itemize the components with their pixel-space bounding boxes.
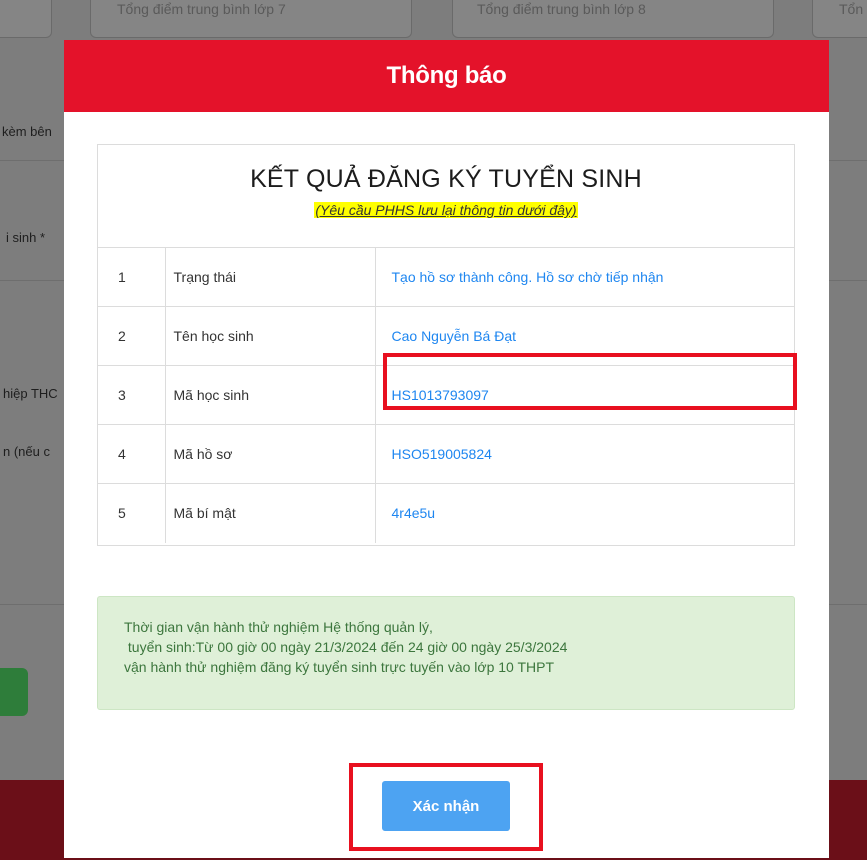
row-label: Mã học sinh	[165, 365, 376, 425]
registration-result-box: KẾT QUẢ ĐĂNG KÝ TUYỂN SINH (Yêu cầu PHHS…	[97, 144, 797, 546]
bg-score-label: Tổng điểm trung bình lớp 7	[117, 1, 286, 17]
modal-header: Thông báo	[64, 40, 829, 112]
result-heading: KẾT QUẢ ĐĂNG KÝ TUYỂN SINH	[250, 165, 642, 193]
bg-field-left-stub	[0, 0, 52, 38]
status-highlight-box	[383, 353, 797, 410]
notification-modal: Thông báo KẾT QUẢ ĐĂNG KÝ TUYỂN SINH (Yê…	[64, 40, 829, 858]
bg-label-graduation: hiệp THC	[3, 386, 58, 401]
table-row: 4 Mã hồ sơ HSO519005824	[98, 424, 794, 484]
row-index: 3	[98, 365, 166, 425]
confirm-button[interactable]: Xác nhận	[382, 781, 510, 831]
bg-divider	[829, 280, 867, 281]
bg-submit-button	[0, 668, 28, 716]
bg-divider	[0, 604, 64, 605]
table-row: 5 Mã bí mật 4r4e5u	[98, 483, 794, 543]
bg-score-label: Tổng điểm trung bình lớp 8	[477, 1, 646, 17]
status-value: Tạo hồ sơ thành công. Hồ sơ chờ tiếp nhậ…	[375, 247, 794, 307]
bg-divider	[0, 160, 64, 161]
save-info-note: (Yêu cầu PHHS lưu lại thông tin dưới đây…	[98, 202, 794, 224]
modal-title: Thông báo	[386, 62, 507, 89]
bg-label-student: i sinh *	[6, 230, 46, 245]
dossier-code-value: HSO519005824	[375, 424, 794, 484]
bg-score-label: Tổn	[839, 1, 864, 17]
row-index: 1	[98, 247, 166, 307]
bg-divider	[0, 280, 64, 281]
bg-divider	[829, 604, 867, 605]
notice-line: Thời gian vận hành thử nghiệm Hệ thống q…	[124, 619, 433, 635]
secret-code-value: 4r4e5u	[375, 483, 794, 543]
row-label: Mã hồ sơ	[165, 424, 376, 484]
row-label: Tên học sinh	[165, 306, 376, 366]
row-label: Trạng thái	[165, 247, 376, 307]
bg-score-field-total: Tổn	[812, 0, 867, 38]
row-index: 5	[98, 483, 166, 543]
trial-operation-notice: Thời gian vận hành thử nghiệm Hệ thống q…	[97, 596, 795, 710]
bg-divider	[829, 160, 867, 161]
bg-label-attachment: kèm bên	[2, 124, 52, 139]
row-label: Mã bí mật	[165, 483, 376, 543]
table-row: 1 Trạng thái Tạo hồ sơ thành công. Hồ sơ…	[98, 247, 794, 307]
save-info-note-text: (Yêu cầu PHHS lưu lại thông tin dưới đây…	[314, 202, 578, 218]
bg-score-field-grade7: Tổng điểm trung bình lớp 7	[90, 0, 412, 38]
notice-line: vận hành thử nghiệm đăng ký tuyển sinh t…	[124, 659, 555, 675]
bg-label-optional: n (nếu c	[3, 444, 50, 459]
row-index: 2	[98, 306, 166, 366]
row-index: 4	[98, 424, 166, 484]
notice-line: tuyển sinh:Từ 00 giờ 00 ngày 21/3/2024 đ…	[124, 639, 568, 655]
bg-score-field-grade8: Tổng điểm trung bình lớp 8	[452, 0, 774, 38]
